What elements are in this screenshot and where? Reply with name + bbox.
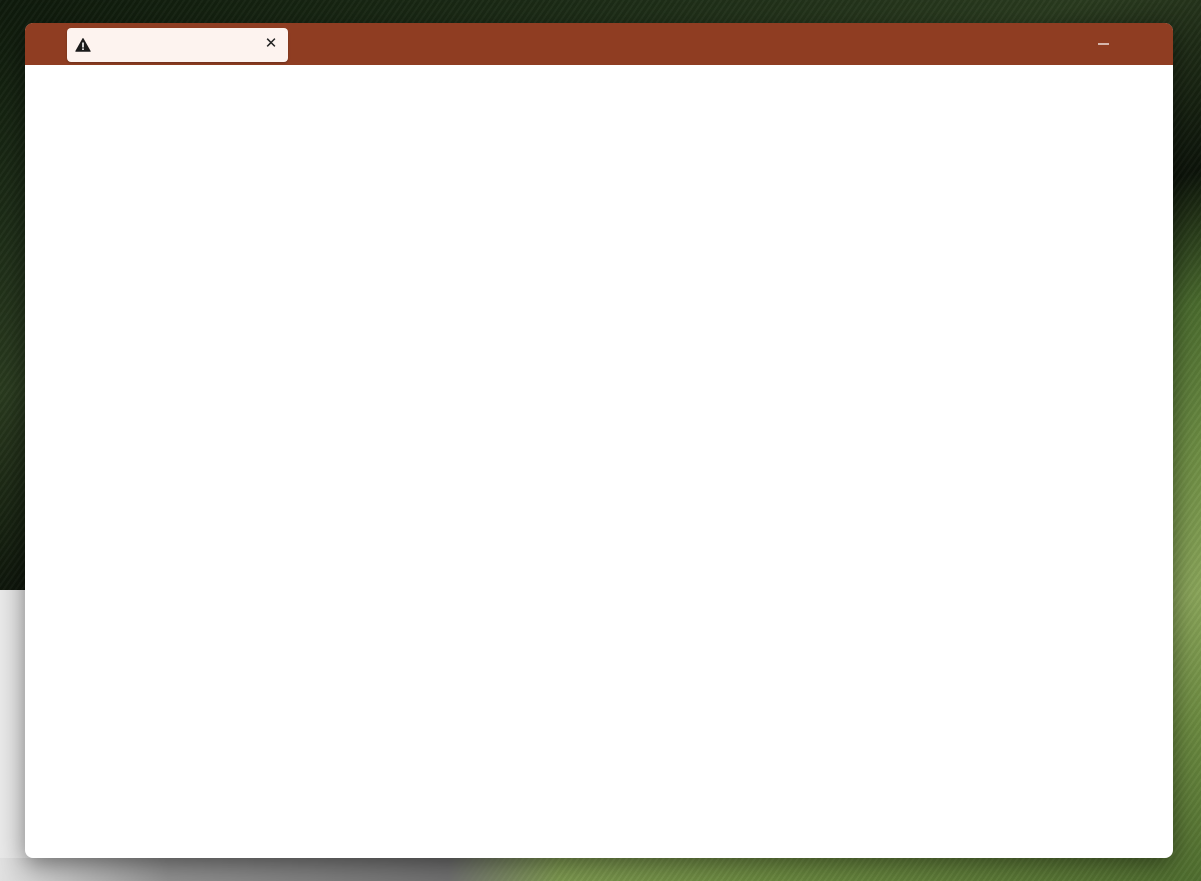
close-tab-icon[interactable]: ✕ [264,36,278,51]
browser-window: ✕ [25,23,1173,858]
window-shadow [0,858,560,881]
title-bar: ✕ [25,23,1173,65]
new-tab-button[interactable] [301,33,323,55]
minimize-icon [1098,43,1109,45]
warning-triangle-icon [75,37,91,53]
tab-active[interactable]: ✕ [67,28,288,62]
minimize-button[interactable] [1091,33,1117,55]
